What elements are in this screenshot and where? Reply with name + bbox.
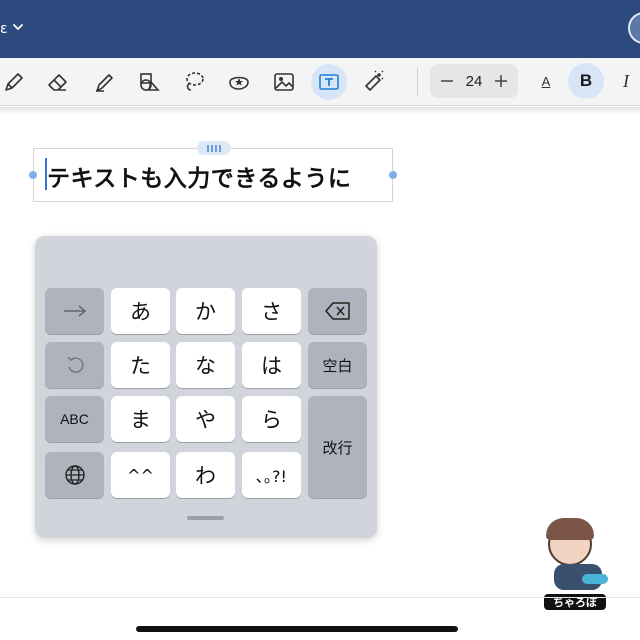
text-box-content[interactable]: テキストも入力できるように xyxy=(47,159,351,193)
floating-keyboard: あ か さ た な は 空白 ABC ま や ら 改行 ^^ わ ､｡?! xyxy=(35,236,377,538)
key-ha[interactable]: は xyxy=(242,342,301,388)
text-box-left-resize-handle[interactable] xyxy=(29,171,37,179)
key-arrow-right[interactable] xyxy=(45,288,104,334)
eraser-tool-button[interactable] xyxy=(40,64,76,100)
highlighter-tool-button[interactable] xyxy=(86,64,122,100)
backspace-icon xyxy=(324,302,350,320)
image-icon xyxy=(274,73,294,91)
pen-icon xyxy=(5,73,23,91)
app-root: ε 24 A B I テキストも入力できるように あ か さ た な は 空白 … xyxy=(0,0,640,640)
key-ta[interactable]: た xyxy=(111,342,170,388)
toolbar-divider xyxy=(417,68,418,96)
space-key[interactable]: 空白 xyxy=(308,342,367,388)
text-box[interactable]: テキストも入力できるように xyxy=(29,141,397,202)
chevron-down-icon xyxy=(12,21,24,37)
key-ra[interactable]: ら xyxy=(242,396,301,442)
minus-icon xyxy=(441,80,453,82)
shapes-icon xyxy=(140,73,160,91)
account-avatar[interactable] xyxy=(628,12,640,44)
undo-icon xyxy=(66,356,83,373)
globe-icon xyxy=(64,465,85,485)
key-kaomoji[interactable]: ^^ xyxy=(111,452,170,498)
title-text: ε xyxy=(0,21,8,37)
key-a[interactable]: あ xyxy=(111,288,170,334)
toolbar-shadow xyxy=(0,107,640,115)
increase-font-size-button[interactable] xyxy=(492,72,510,90)
laser-pointer-button[interactable] xyxy=(356,64,392,100)
image-tool-button[interactable] xyxy=(266,64,302,100)
key-sa[interactable]: さ xyxy=(242,288,301,334)
sticker-icon xyxy=(229,76,249,90)
character-wave xyxy=(582,574,608,584)
key-punctuation[interactable]: ､｡?! xyxy=(242,452,301,498)
page-edge xyxy=(0,597,640,598)
key-ma[interactable]: ま xyxy=(111,396,170,442)
italic-button[interactable]: I xyxy=(614,66,638,96)
key-abc[interactable]: ABC xyxy=(45,396,104,442)
decrease-font-size-button[interactable] xyxy=(438,72,456,90)
arrow-right-icon xyxy=(63,305,86,317)
sticker-tool-button[interactable] xyxy=(221,64,257,100)
text-box-right-resize-handle[interactable] xyxy=(389,171,397,179)
text-box-icon xyxy=(319,74,339,90)
home-indicator[interactable] xyxy=(136,626,458,632)
laser-pointer-icon xyxy=(364,70,384,92)
plus-icon xyxy=(495,75,507,87)
bold-button[interactable]: B xyxy=(568,63,604,99)
highlighter-icon xyxy=(96,74,113,92)
title-bar: ε xyxy=(0,0,640,58)
title-dropdown[interactable]: ε xyxy=(0,18,24,40)
text-tool-button[interactable] xyxy=(311,64,347,100)
key-ka[interactable]: か xyxy=(176,288,235,334)
character-hair xyxy=(546,518,594,540)
backspace-key[interactable] xyxy=(308,288,367,334)
key-undo[interactable] xyxy=(45,342,104,388)
enter-key[interactable]: 改行 xyxy=(308,396,367,498)
key-na[interactable]: な xyxy=(176,342,235,388)
pen-tool-button[interactable] xyxy=(0,64,32,100)
lasso-tool-button[interactable] xyxy=(176,64,212,100)
text-box-drag-handle[interactable] xyxy=(197,141,231,155)
eraser-icon xyxy=(48,74,67,91)
key-ya[interactable]: や xyxy=(176,396,235,442)
key-globe[interactable] xyxy=(45,452,104,498)
underline-button[interactable]: A xyxy=(534,66,558,96)
font-size-value: 24 xyxy=(465,72,483,90)
key-wa[interactable]: わ xyxy=(176,452,235,498)
shapes-tool-button[interactable] xyxy=(131,64,167,100)
font-size-stepper: 24 xyxy=(430,64,518,98)
lasso-icon xyxy=(186,72,204,91)
keyboard-grabber[interactable] xyxy=(187,516,224,520)
character-sticker: ちゃろぼ xyxy=(538,518,610,614)
